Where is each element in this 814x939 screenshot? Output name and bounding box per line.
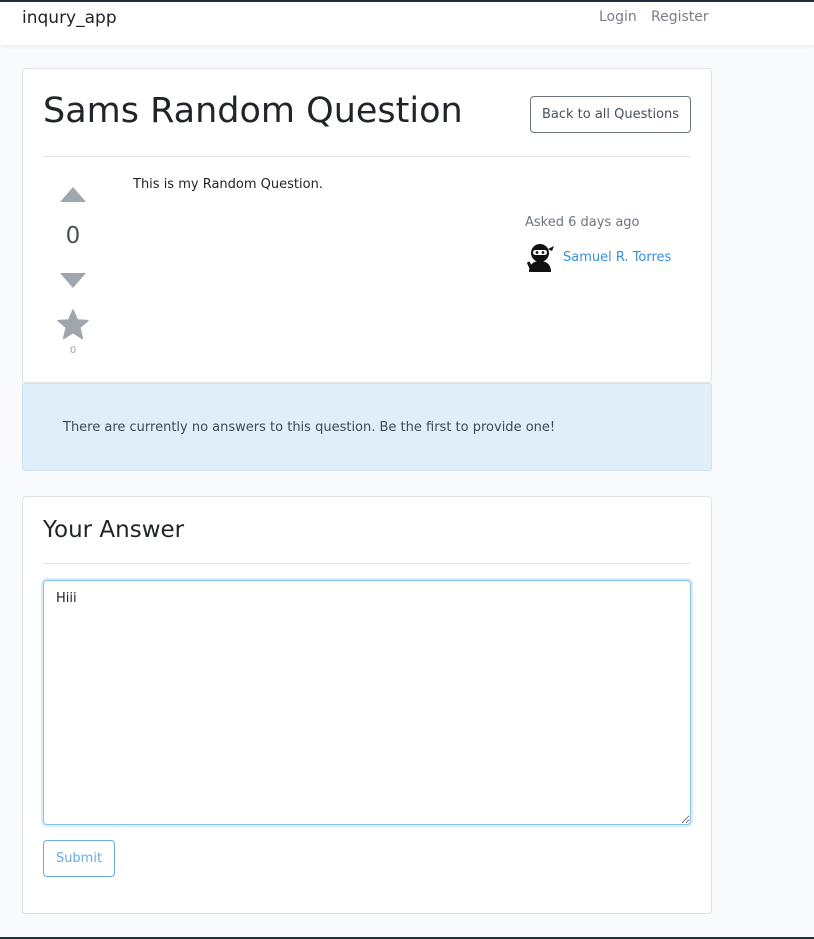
login-link[interactable]: Login — [599, 9, 637, 25]
divider — [43, 563, 691, 564]
back-to-questions-button[interactable]: Back to all Questions — [530, 96, 691, 133]
brand-logo[interactable]: inqury_app — [22, 8, 117, 28]
alert-message: There are currently no answers to this q… — [63, 420, 556, 435]
question-body: This is my Random Question. — [133, 177, 323, 192]
submit-button[interactable]: Submit — [43, 840, 115, 877]
answer-form-card: Your Answer Hiii Submit — [22, 496, 712, 914]
arrow-up-icon[interactable] — [60, 187, 86, 202]
author-link[interactable]: Samuel R. Torres — [563, 250, 671, 265]
register-link[interactable]: Register — [651, 9, 709, 25]
vote-count: 0 — [65, 223, 81, 249]
answer-textarea[interactable]: Hiii — [43, 580, 691, 825]
ninja-avatar-icon — [526, 244, 554, 272]
no-answers-alert: There are currently no answers to this q… — [22, 383, 712, 471]
answer-form-title: Your Answer — [43, 517, 185, 543]
favorites-count: 0 — [69, 345, 77, 356]
asked-time: Asked 6 days ago — [525, 215, 640, 230]
navbar: inqury_app Login Register — [0, 0, 814, 45]
divider — [43, 156, 691, 157]
question-title: Sams Random Question — [43, 91, 463, 131]
star-icon[interactable] — [57, 309, 89, 341]
arrow-down-icon[interactable] — [60, 273, 86, 288]
question-card: Sams Random Question Back to all Questio… — [22, 68, 712, 383]
